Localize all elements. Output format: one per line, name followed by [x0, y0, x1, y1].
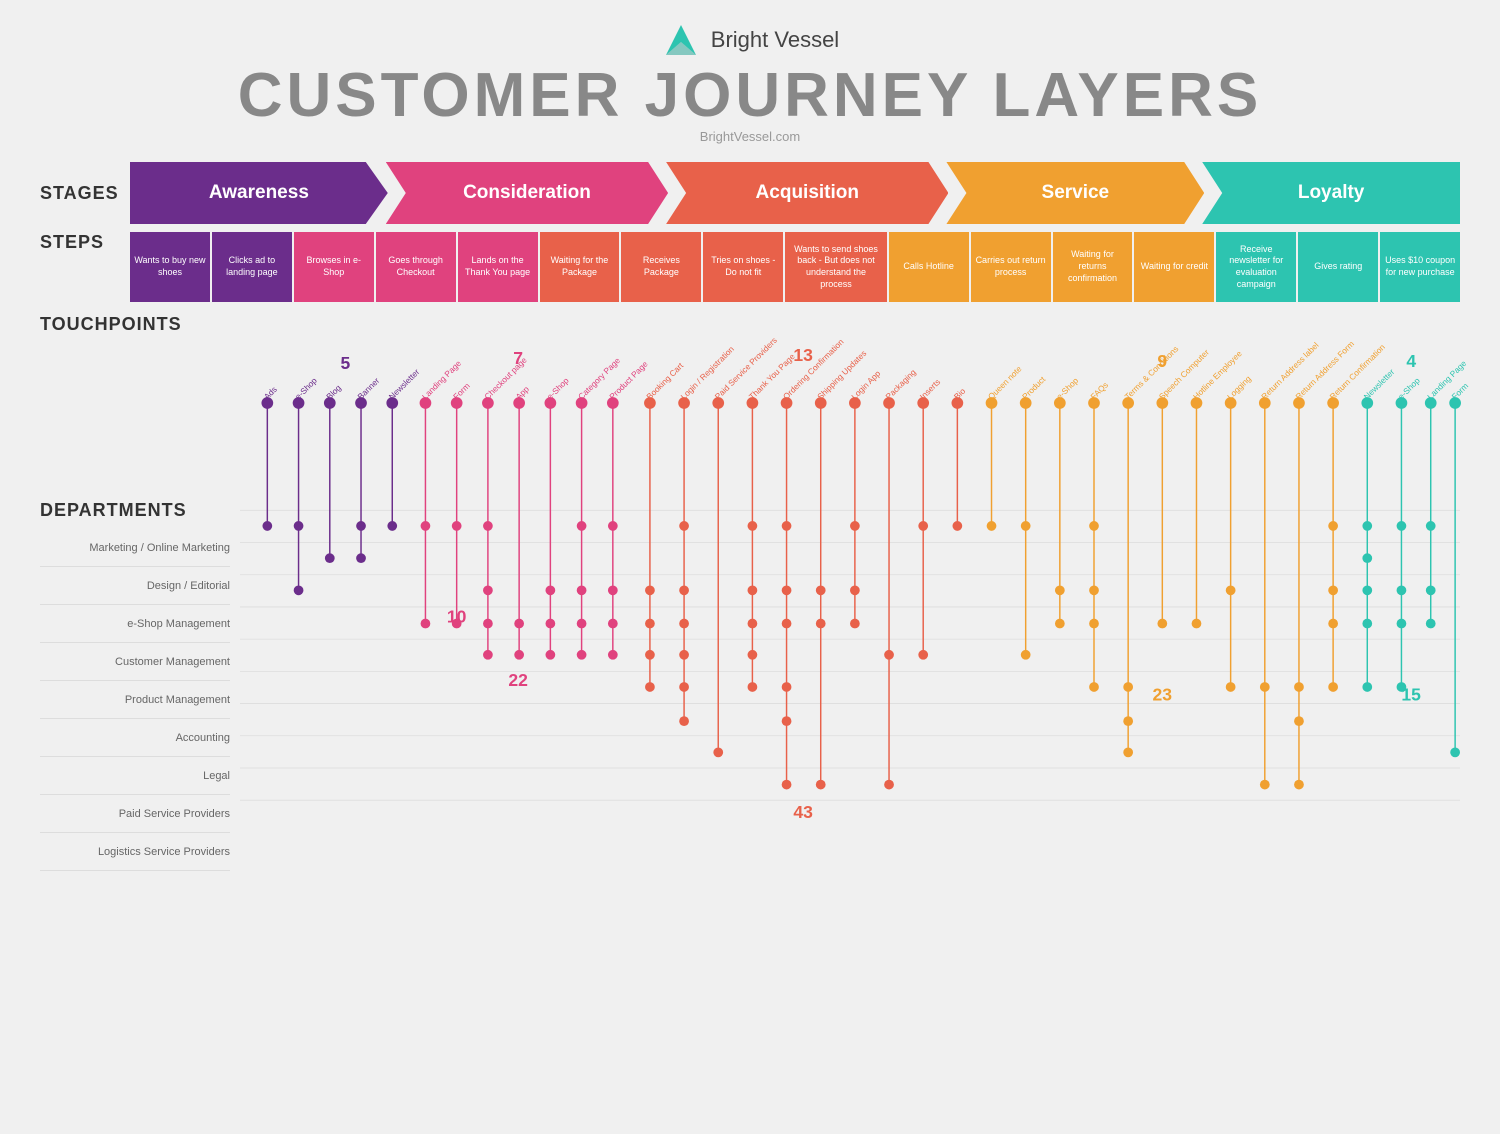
tp-label-loginapp: Login App — [849, 368, 882, 401]
count-23: 23 — [1153, 685, 1173, 705]
step-5: Lands on the Thank You page — [458, 232, 538, 302]
count-15: 15 — [1401, 685, 1421, 705]
page-container: Bright Vessel CUSTOMER JOURNEY LAYERS Br… — [0, 0, 1500, 891]
left-labels: TOUCHPOINTS DEPARTMENTS Marketing / Onli… — [40, 314, 240, 871]
dept-product: Product Management — [40, 681, 230, 719]
tp-label-logging: Logging — [1225, 373, 1253, 401]
step-7: Receives Package — [621, 232, 701, 302]
dept-marketing: Marketing / Online Marketing — [40, 529, 230, 567]
dept-logistics: Logistics Service Providers — [40, 833, 230, 871]
tp-label-faqs: FAQs — [1088, 380, 1110, 402]
step-6: Waiting for the Package — [540, 232, 620, 302]
tp-label-blog: Blog — [324, 382, 343, 401]
step-14: Receive newsletter for evaluation campai… — [1216, 232, 1296, 302]
count-13: 13 — [793, 345, 813, 365]
header: Bright Vessel CUSTOMER JOURNEY LAYERS Br… — [40, 20, 1460, 144]
step-12: Waiting for returns confirmation — [1053, 232, 1133, 302]
tp-label-newsletter1: Newsletter — [387, 367, 422, 402]
step-11: Carries out return process — [971, 232, 1051, 302]
stage-awareness: Awareness — [130, 162, 388, 224]
step-13: Waiting for credit — [1134, 232, 1214, 302]
steps-label: STEPS — [40, 232, 120, 253]
step-16: Uses $10 coupon for new purchase — [1380, 232, 1460, 302]
stages-row: STAGES Awareness Consideration Acquisiti… — [40, 162, 1460, 224]
step-9: Wants to send shoes back - But does not … — [785, 232, 886, 302]
dept-eshop: e-Shop Management — [40, 605, 230, 643]
dept-labels: Marketing / Online Marketing Design / Ed… — [40, 529, 230, 871]
count-10: 10 — [447, 607, 467, 627]
count-22: 22 — [508, 670, 528, 690]
bright-vessel-logo-icon — [661, 20, 701, 60]
steps-container: Wants to buy new shoes Clicks ad to land… — [130, 232, 1460, 302]
count-43: 43 — [793, 802, 813, 822]
tp-label-paidservice: Paid Service Providers — [713, 335, 779, 401]
step-4: Goes through Checkout — [376, 232, 456, 302]
stage-consideration: Consideration — [386, 162, 668, 224]
step-2: Clicks ad to landing page — [212, 232, 292, 302]
logo-text: Bright Vessel — [711, 27, 839, 53]
count-5: 5 — [341, 353, 351, 373]
step-10: Calls Hotline — [889, 232, 969, 302]
tp-label-eshop3: e-Shop — [1054, 375, 1080, 401]
tp-label-eshop2: e-Shop — [545, 375, 571, 401]
touchpoints-label: TOUCHPOINTS — [40, 314, 230, 335]
tp-label-form1: Form — [451, 381, 472, 402]
dept-customer: Customer Management — [40, 643, 230, 681]
tp-label-returnaddr: Return Address label — [1259, 340, 1321, 402]
tp-label-packaging: Packaging — [883, 367, 918, 402]
tp-label-newsletter2: Newsletter — [1362, 367, 1397, 402]
dept-accounting: Accounting — [40, 719, 230, 757]
stage-service: Service — [946, 162, 1204, 224]
step-3: Browses in e-Shop — [294, 232, 374, 302]
touchpoints-chart: 5 — [240, 314, 1460, 814]
tp-label-returnform: Return Address Form — [1293, 339, 1356, 402]
step-8: Tries on shoes - Do not fit — [703, 232, 783, 302]
stage-loyalty: Loyalty — [1202, 162, 1460, 224]
step-1: Wants to buy new shoes — [130, 232, 210, 302]
steps-row: STEPS Wants to buy new shoes Clicks ad t… — [40, 232, 1460, 302]
dept-paid-service: Paid Service Providers — [40, 795, 230, 833]
logo-area: Bright Vessel — [661, 20, 839, 60]
step-15: Gives rating — [1298, 232, 1378, 302]
stage-acquisition: Acquisition — [666, 162, 948, 224]
tp-label-product2: Product — [1020, 374, 1048, 402]
dept-design: Design / Editorial — [40, 567, 230, 605]
lower-section: TOUCHPOINTS DEPARTMENTS Marketing / Onli… — [40, 314, 1460, 871]
tp-label-queennote: Queen note — [986, 363, 1024, 401]
departments-label: DEPARTMENTS — [40, 500, 230, 521]
stages-container: Awareness Consideration Acquisition Serv… — [130, 162, 1460, 224]
dept-legal: Legal — [40, 757, 230, 795]
tp-label-eshop1: e-Shop — [293, 375, 319, 401]
tp-label-inserts: Inserts — [918, 377, 943, 402]
count-4: 4 — [1406, 351, 1416, 371]
tp-label-ordering: Ordering Confirmation — [781, 336, 846, 401]
tp-label-form2: Form — [1449, 381, 1470, 402]
tp-label-banner: Banner — [355, 375, 381, 401]
subtitle: BrightVessel.com — [700, 129, 800, 144]
stages-label: STAGES — [40, 183, 120, 204]
tp-label-eshop4: e-Shop — [1396, 375, 1422, 401]
chart-area: 5 — [240, 314, 1460, 819]
main-title: CUSTOMER JOURNEY LAYERS — [238, 65, 1263, 127]
